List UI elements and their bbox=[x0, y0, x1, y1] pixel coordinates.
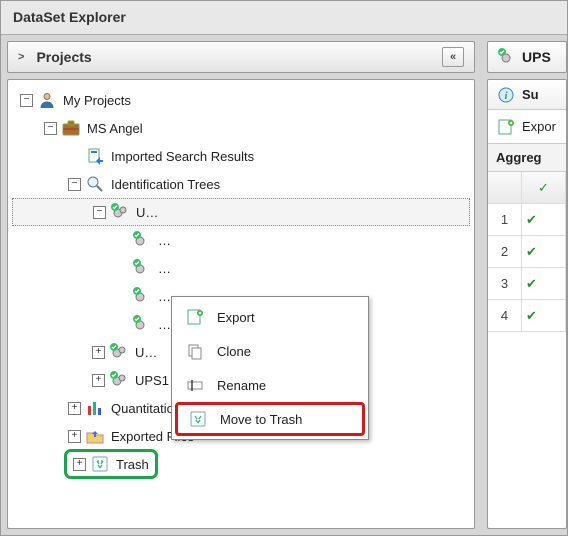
recycle-icon bbox=[90, 455, 110, 473]
folder-export-icon bbox=[85, 427, 105, 445]
ctx-clone[interactable]: Clone bbox=[175, 334, 365, 368]
tree-study[interactable]: − MS Angel bbox=[12, 114, 470, 142]
doc-import-icon bbox=[85, 147, 105, 165]
gears-check-icon bbox=[109, 343, 129, 361]
projects-panel-header[interactable]: > Projects « bbox=[7, 41, 475, 73]
gears-check-icon bbox=[110, 203, 130, 221]
tree-root[interactable]: − My Projects bbox=[12, 86, 470, 114]
expander-plus-icon[interactable]: + bbox=[92, 346, 105, 359]
expander-minus-icon[interactable]: − bbox=[68, 178, 81, 191]
projects-panel-title: Projects bbox=[36, 49, 91, 65]
expander-minus-icon[interactable]: − bbox=[44, 122, 57, 135]
gears-check-icon bbox=[132, 231, 152, 249]
ctx-label: Clone bbox=[217, 344, 251, 359]
tree-child[interactable]: … bbox=[12, 254, 470, 282]
expander-minus-icon[interactable]: − bbox=[20, 94, 33, 107]
info-icon: i bbox=[496, 86, 516, 104]
briefcase-icon bbox=[61, 119, 81, 137]
tree-child[interactable]: … bbox=[12, 226, 470, 254]
chevron-right-icon: > bbox=[18, 51, 24, 63]
tree-label: Trash bbox=[114, 457, 149, 472]
expander-plus-icon[interactable]: + bbox=[92, 374, 105, 387]
aggregation-table: ✓ 1 ✔ 2 ✔ 3 ✔ 4 bbox=[488, 172, 566, 528]
expander-plus-icon[interactable]: + bbox=[68, 402, 81, 415]
gears-check-icon bbox=[132, 287, 152, 305]
table-row[interactable]: 4 ✔ bbox=[488, 300, 566, 332]
ctx-label: Move to Trash bbox=[220, 412, 302, 427]
tab-label: UPS bbox=[522, 49, 551, 65]
tree-trash-row[interactable]: + Trash bbox=[12, 450, 470, 478]
export-icon bbox=[185, 308, 205, 326]
tree-label: U… bbox=[134, 205, 158, 220]
ctx-export[interactable]: Export bbox=[175, 300, 365, 334]
person-icon bbox=[37, 91, 57, 109]
gears-check-icon bbox=[109, 371, 129, 389]
projects-tree: − My Projects − MS Angel bbox=[7, 79, 475, 529]
ctx-label: Rename bbox=[217, 378, 266, 393]
export-button-label[interactable]: Expor bbox=[522, 119, 556, 134]
bar-chart-icon bbox=[85, 399, 105, 417]
ctx-label: Export bbox=[217, 310, 255, 325]
table-row[interactable]: 1 ✔ bbox=[488, 204, 566, 236]
magnifier-icon bbox=[85, 175, 105, 193]
table-header-row: ✓ bbox=[488, 172, 566, 204]
tree-imported[interactable]: Imported Search Results bbox=[12, 142, 470, 170]
window-title: DataSet Explorer bbox=[1, 1, 567, 35]
move-trash-icon bbox=[188, 410, 208, 428]
aggregation-group-header: Aggreg bbox=[488, 144, 566, 172]
expander-plus-icon[interactable]: + bbox=[73, 458, 86, 471]
summary-header[interactable]: i Su bbox=[488, 80, 566, 110]
gears-check-icon bbox=[496, 48, 516, 66]
col-index[interactable] bbox=[488, 172, 522, 203]
tree-label: My Projects bbox=[61, 93, 131, 108]
tree-identification[interactable]: − Identification Trees bbox=[12, 170, 470, 198]
tree-selected-dataset[interactable]: − U… bbox=[12, 198, 470, 226]
collapse-button[interactable]: « bbox=[442, 47, 464, 67]
tree-label: Imported Search Results bbox=[109, 149, 254, 164]
tree-label: MS Angel bbox=[85, 121, 143, 136]
summary-label: Su bbox=[522, 87, 539, 102]
rename-icon bbox=[185, 376, 205, 394]
gears-check-icon bbox=[132, 259, 152, 277]
clone-icon bbox=[185, 342, 205, 360]
context-menu: Export Clone Rename bbox=[171, 296, 369, 440]
expander-plus-icon[interactable]: + bbox=[68, 430, 81, 443]
gears-check-icon bbox=[132, 315, 152, 333]
col-status[interactable]: ✓ bbox=[522, 172, 566, 203]
tree-label: U… bbox=[133, 345, 157, 360]
expander-minus-icon[interactable]: − bbox=[93, 206, 106, 219]
ctx-move-to-trash[interactable]: Move to Trash bbox=[175, 402, 365, 436]
export-icon[interactable] bbox=[496, 118, 516, 136]
right-tab[interactable]: UPS bbox=[487, 41, 567, 73]
ctx-rename[interactable]: Rename bbox=[175, 368, 365, 402]
table-row[interactable]: 3 ✔ bbox=[488, 268, 566, 300]
table-row[interactable]: 2 ✔ bbox=[488, 236, 566, 268]
trash-highlight: + Trash bbox=[64, 449, 158, 479]
tree-label: Identification Trees bbox=[109, 177, 220, 192]
